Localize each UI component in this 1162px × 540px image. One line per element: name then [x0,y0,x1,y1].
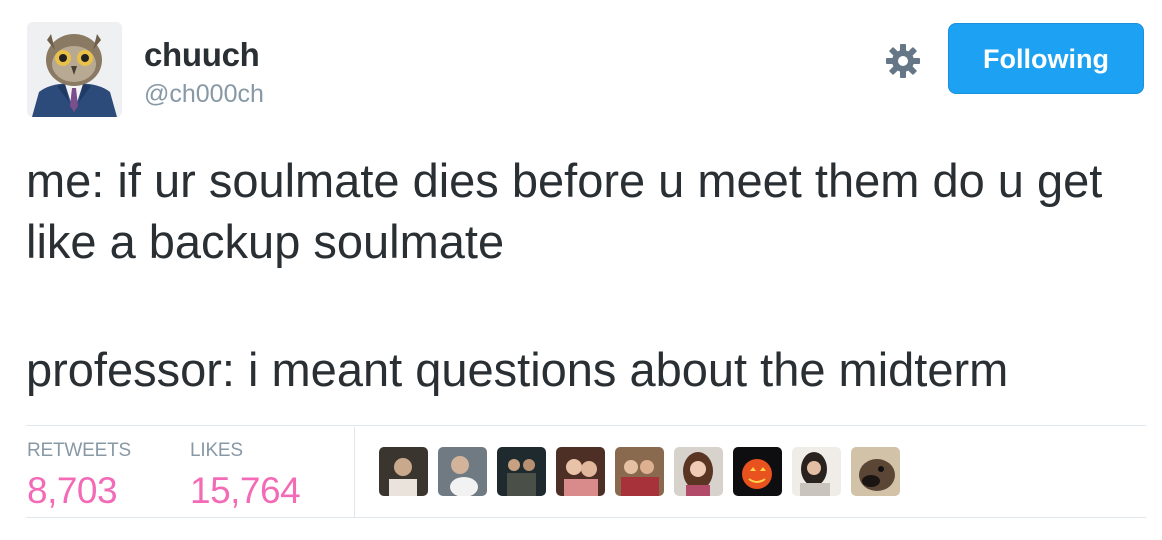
retweets-label: RETWEETS [27,440,131,461]
liker-avatar[interactable] [674,447,723,496]
liker-avatar[interactable] [556,447,605,496]
liker-avatar[interactable] [615,447,664,496]
stats-top-divider [26,425,1146,426]
tweet-text: me: if ur soulmate dies before u meet th… [26,150,1146,400]
tweet-text-line: professor: i meant questions about the m… [26,343,1009,396]
user-handle[interactable]: @ch000ch [144,80,264,109]
likes-count: 15,764 [190,470,301,511]
stats-bottom-divider [26,517,1146,518]
tweet-text-line: me: if ur soulmate dies before u meet th… [26,154,1103,268]
user-display-name[interactable]: chuuch [144,36,260,74]
gear-icon[interactable] [884,42,922,80]
following-button[interactable]: Following [948,23,1144,94]
user-avatar[interactable] [27,22,122,117]
liker-avatar[interactable] [851,447,900,496]
tweet-text-gap [26,272,1146,339]
likes-label: LIKES [190,440,243,461]
retweets-count: 8,703 [27,470,118,511]
liker-avatar[interactable] [438,447,487,496]
likes-stat[interactable]: LIKES 15,764 [190,440,301,512]
stats-separator [354,427,355,517]
owl-avatar-icon [27,22,122,117]
liker-avatar[interactable] [379,447,428,496]
liker-avatar[interactable] [497,447,546,496]
retweets-stat[interactable]: RETWEETS 8,703 [27,440,131,512]
liker-avatar[interactable] [733,447,782,496]
liker-avatar[interactable] [792,447,841,496]
tweet-card: chuuch @ch000ch Following me: if ur soul… [0,0,1162,540]
